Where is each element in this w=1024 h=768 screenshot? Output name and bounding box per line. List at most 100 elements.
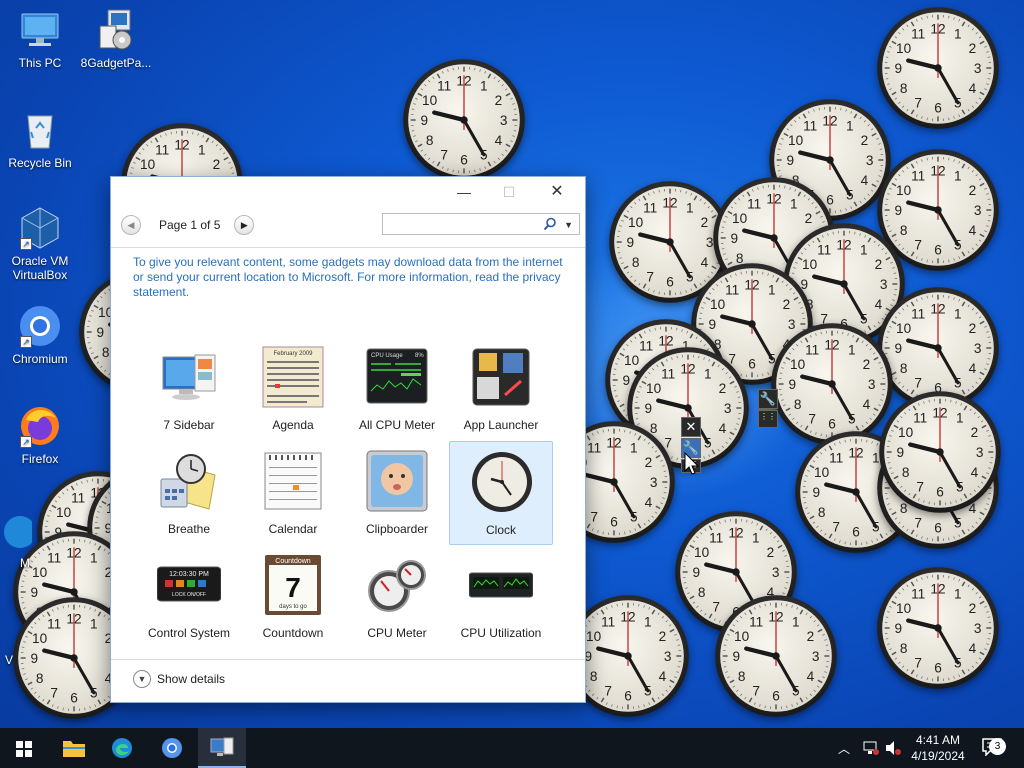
desktop-icon-virtualbox[interactable]: ↗ Oracle VM VirtualBox <box>4 206 76 282</box>
desktop-icon-label: Recycle Bin <box>8 156 72 170</box>
desktop-icon-firefox[interactable]: ↗ Firefox <box>4 404 76 466</box>
svg-text:1: 1 <box>198 143 206 158</box>
gadget-tile-all-cpu-meter[interactable]: CPU Usage 8% All CPU Meter <box>345 337 449 441</box>
taskbar-file-explorer[interactable] <box>50 728 98 768</box>
gadget-tile-control-system[interactable]: 12:03:30 PM LOCK ON/OFF Control System <box>137 545 241 649</box>
clock-gadget[interactable]: 123456789101112 <box>878 390 1002 514</box>
taskbar-edge[interactable] <box>98 728 146 768</box>
gadget-tile-cpu-utilization[interactable]: CPU Utilization <box>449 545 553 649</box>
dropdown-arrow-icon[interactable]: ▼ <box>564 216 573 234</box>
gadget-tile-agenda[interactable]: February 2009 Agenda <box>241 337 345 441</box>
clock-gadget[interactable]: 123456789101112 <box>876 566 1000 690</box>
maximize-button[interactable]: ☐ <box>489 181 529 203</box>
svg-text:4: 4 <box>495 133 503 148</box>
svg-text:8: 8 <box>806 297 814 312</box>
clock-gadget[interactable]: 123456789101112 <box>402 58 526 182</box>
show-hidden-icons-button[interactable]: ︿ <box>838 740 850 768</box>
svg-text:10: 10 <box>32 565 48 580</box>
taskbar-gadgets[interactable] <box>198 728 246 768</box>
svg-text:6: 6 <box>70 625 78 640</box>
svg-text:7: 7 <box>820 311 828 326</box>
desktop-icon-label: 8GadgetPa... <box>80 56 152 70</box>
show-details-button[interactable]: ▼ Show details <box>133 670 225 688</box>
svg-text:9: 9 <box>731 231 739 246</box>
next-page-button[interactable]: ▶ <box>234 215 255 235</box>
title-bar[interactable]: — ☐ ✕ <box>111 177 585 207</box>
svg-text:2: 2 <box>875 257 883 272</box>
clock-gadget[interactable]: 123456789101112 <box>768 98 892 222</box>
desktop-icon-chromium[interactable]: ↗ Chromium <box>4 304 76 366</box>
desktop-icon-gadget-pack[interactable]: 8GadgetPa... <box>80 8 152 70</box>
clock-gadget[interactable]: 123456789101112 <box>714 594 838 718</box>
svg-text:8: 8 <box>590 669 598 684</box>
clock-gadget[interactable]: 123456789101112 <box>608 180 732 304</box>
svg-text:1: 1 <box>954 307 962 322</box>
clock-gadget[interactable]: 123456789101112 <box>674 510 798 634</box>
svg-text:7: 7 <box>914 95 922 110</box>
svg-text:12: 12 <box>456 73 471 88</box>
svg-text:6: 6 <box>852 525 860 540</box>
svg-text:12: 12 <box>606 435 621 450</box>
gadget-tile-clock[interactable]: Clock <box>449 441 553 545</box>
gadget-options-button[interactable]: 🔧 <box>758 389 778 409</box>
taskbar-chromium[interactable] <box>148 728 196 768</box>
svg-text:9: 9 <box>813 485 821 500</box>
gadget-tile-breathe[interactable]: Breathe <box>137 441 241 545</box>
svg-text:5: 5 <box>846 187 854 202</box>
svg-text:11: 11 <box>437 79 451 94</box>
svg-text:2: 2 <box>969 321 977 336</box>
svg-text:6: 6 <box>772 689 780 704</box>
svg-text:11: 11 <box>47 617 61 632</box>
countdown-number: 7 <box>285 572 301 603</box>
svg-text:12: 12 <box>822 113 837 128</box>
svg-text:3: 3 <box>500 113 508 128</box>
svg-text:4: 4 <box>875 297 883 312</box>
svg-text:7: 7 <box>712 599 720 614</box>
network-icon[interactable] <box>862 740 880 756</box>
clock-gadget[interactable]: 123456789101112 <box>876 286 1000 410</box>
desktop-icon-this-pc[interactable]: This PC <box>4 8 76 70</box>
divider <box>111 659 585 660</box>
svg-text:6: 6 <box>624 689 632 704</box>
clock-gadget[interactable]: 123456789101112 <box>876 148 1000 272</box>
svg-text:10: 10 <box>586 629 602 644</box>
gadget-label: Control System <box>147 626 231 640</box>
clock-gadget[interactable]: 123456789101112 <box>604 318 728 442</box>
close-button[interactable]: ✕ <box>537 181 577 203</box>
gadget-tile-countdown[interactable]: Countdown 7 days to go Countdown <box>241 545 345 649</box>
svg-text:1: 1 <box>954 27 962 42</box>
gadget-close-button[interactable]: ✕ <box>681 417 701 437</box>
gadget-tile-app-launcher[interactable]: App Launcher <box>449 337 553 441</box>
cpu-utilization-gadget-icon <box>468 553 534 617</box>
svg-text:5: 5 <box>630 509 638 524</box>
previous-page-button[interactable]: ◀ <box>121 215 141 235</box>
svg-text:9: 9 <box>31 651 39 666</box>
svg-text:6: 6 <box>70 691 78 706</box>
minimize-button[interactable]: — <box>444 181 484 203</box>
desktop-icon-partial[interactable]: M <box>0 512 36 570</box>
clock-gadget[interactable]: 123456789101112 <box>712 176 836 300</box>
gadget-tile-clipboarder[interactable]: Clipboarder <box>345 441 449 545</box>
svg-text:10: 10 <box>896 461 912 476</box>
search-gadgets-input[interactable]: ▼ <box>382 213 580 235</box>
svg-text:12: 12 <box>766 191 781 206</box>
clock-gadget[interactable]: 123456789101112 <box>794 430 918 554</box>
svg-text:2: 2 <box>863 357 871 372</box>
clock-gadget[interactable]: 123456789101112 <box>782 222 906 346</box>
clock-gadget[interactable]: 123456789101112 <box>876 6 1000 130</box>
gadget-tile-cpu-meter[interactable]: CPU Meter <box>345 545 449 649</box>
gadget-drag-handle[interactable]: ⋮⋮ <box>758 410 778 428</box>
svg-text:1: 1 <box>644 615 652 630</box>
privacy-notice-link[interactable]: To give you relevant content, some gadge… <box>133 255 563 300</box>
svg-text:4: 4 <box>659 669 667 684</box>
clock-gadget[interactable]: 123456789101112 <box>690 262 814 386</box>
svg-text:7: 7 <box>832 519 840 534</box>
clock-gadget[interactable]: 123456789101112 <box>770 322 894 446</box>
gadget-tile-calendar[interactable]: Calendar <box>241 441 345 545</box>
start-button[interactable] <box>0 728 48 768</box>
taskbar-clock[interactable]: 4:41 AM 4/19/2024 <box>900 732 976 764</box>
gadget-tile-7-sidebar[interactable]: 7 Sidebar <box>137 337 241 441</box>
svg-text:3: 3 <box>974 341 982 356</box>
clock-gadget[interactable]: 123456789101112 <box>876 426 1000 550</box>
desktop-icon-recycle-bin[interactable]: Recycle Bin <box>4 108 76 170</box>
